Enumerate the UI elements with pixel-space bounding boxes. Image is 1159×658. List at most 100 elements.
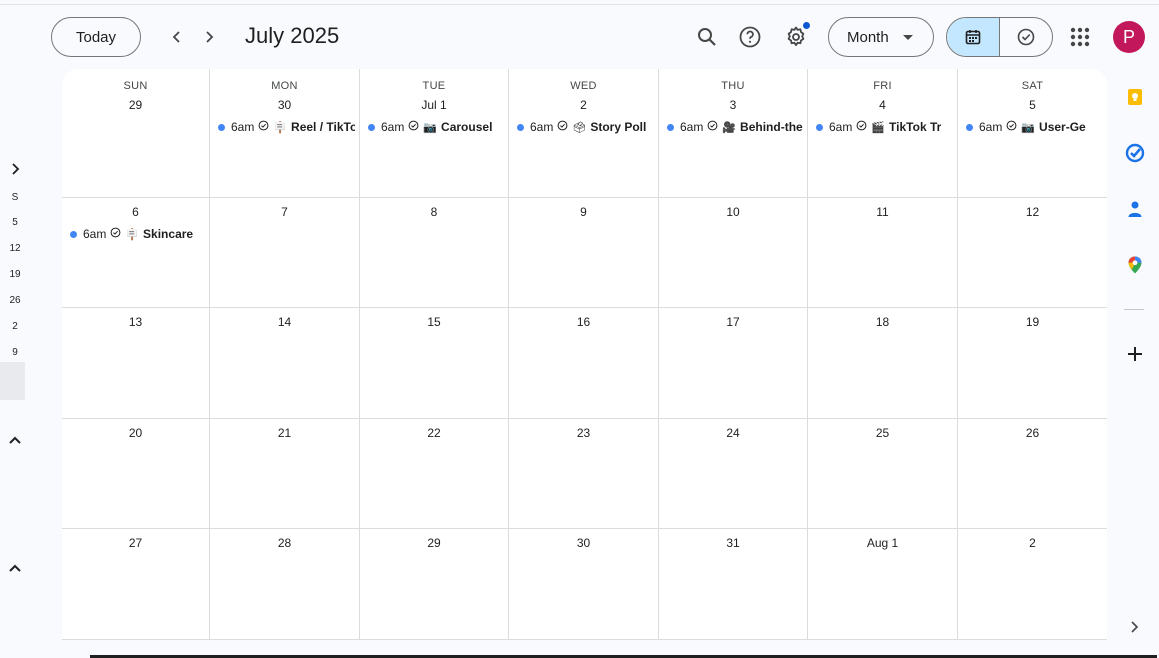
day-cell[interactable]: 24 [659,419,808,529]
day-cell[interactable]: 9 [509,198,659,308]
mini-date[interactable]: 9 [0,347,30,358]
day-cell[interactable]: 2 [958,529,1107,640]
day-cell[interactable]: 30 [509,529,659,640]
day-cell[interactable]: 20 [62,419,210,529]
day-number[interactable]: 5 [958,98,1107,112]
event-chip[interactable]: 6am 🎬 TikTok Tr [814,118,953,136]
show-side-panel-button[interactable] [1127,620,1141,639]
day-cell[interactable]: 27 [62,529,210,640]
next-month-button[interactable] [194,22,224,52]
day-cell[interactable]: TUE Jul 1 6am 📷 Carousel [360,69,509,198]
day-cell[interactable]: 13 [62,308,210,419]
event-chip[interactable]: 6am 📷 User-Ge [964,118,1103,136]
day-number[interactable]: 20 [62,426,209,440]
event-chip[interactable]: 6am 🪧 Skincare [68,225,205,243]
day-number[interactable]: 7 [210,205,359,219]
help-button[interactable] [734,21,766,53]
day-cell[interactable]: Aug 1 [808,529,958,640]
day-cell[interactable]: 23 [509,419,659,529]
day-cell[interactable]: 28 [210,529,360,640]
google-apps-button[interactable] [1066,23,1094,51]
tasks-button[interactable] [1124,142,1146,164]
day-number[interactable]: 12 [958,205,1107,219]
mini-date[interactable]: 19 [0,269,30,280]
account-avatar[interactable]: P [1113,21,1145,53]
day-number[interactable]: 2 [509,98,658,112]
day-cell[interactable]: 11 [808,198,958,308]
day-cell[interactable]: SUN 29 [62,69,210,198]
day-cell[interactable]: WED 2 6am 🗳 Story Poll [509,69,659,198]
day-number[interactable]: 2 [958,536,1107,550]
day-number[interactable]: 16 [509,315,658,329]
settings-button[interactable] [780,21,812,53]
day-number[interactable]: 29 [360,536,508,550]
event-chip[interactable]: 6am 🎥 Behind-the [665,118,803,136]
day-cell[interactable]: SAT 5 6am 📷 User-Ge [958,69,1107,198]
expand-sidebar-button[interactable] [8,162,22,181]
mini-date[interactable]: 26 [0,295,30,306]
day-cell[interactable]: 25 [808,419,958,529]
event-chip[interactable]: 6am 🪧Reel / TikTok [216,118,355,136]
day-number[interactable]: 19 [958,315,1107,329]
day-cell[interactable]: 31 [659,529,808,640]
day-cell[interactable]: 7 [210,198,360,308]
day-number[interactable]: 31 [659,536,807,550]
search-button[interactable] [691,21,723,53]
day-number[interactable]: 30 [509,536,658,550]
day-number[interactable]: Jul 1 [360,98,508,112]
day-cell[interactable]: FRI 4 6am 🎬 TikTok Tr [808,69,958,198]
day-number[interactable]: 9 [509,205,658,219]
day-number[interactable]: 29 [62,98,209,112]
day-cell[interactable]: 6 6am 🪧 Skincare [62,198,210,308]
contacts-button[interactable] [1124,198,1146,220]
day-number[interactable]: 23 [509,426,658,440]
day-number[interactable]: 11 [808,205,957,219]
today-button[interactable]: Today [51,17,141,57]
day-cell[interactable]: 26 [958,419,1107,529]
keep-button[interactable] [1124,86,1146,108]
day-number[interactable]: 18 [808,315,957,329]
day-number[interactable]: 14 [210,315,359,329]
collapse-section-button[interactable] [6,432,24,450]
day-number[interactable]: 28 [210,536,359,550]
day-cell[interactable]: 8 [360,198,509,308]
day-number[interactable]: Aug 1 [808,536,957,550]
view-selector[interactable]: Month [828,17,934,57]
day-number[interactable]: 22 [360,426,508,440]
day-cell[interactable]: MON 30 6am 🪧Reel / TikTok [210,69,360,198]
day-number[interactable]: 17 [659,315,807,329]
mini-date[interactable]: 12 [0,243,30,254]
day-number[interactable]: 30 [210,98,359,112]
collapse-section-button[interactable] [6,560,24,578]
day-number[interactable]: 8 [360,205,508,219]
event-chip[interactable]: 6am 🗳 Story Poll [515,118,654,136]
day-cell[interactable]: 14 [210,308,360,419]
day-number[interactable]: 4 [808,98,957,112]
day-number[interactable]: 25 [808,426,957,440]
day-number[interactable]: 10 [659,205,807,219]
day-cell[interactable]: 29 [360,529,509,640]
day-cell[interactable]: 12 [958,198,1107,308]
day-cell[interactable]: 16 [509,308,659,419]
day-cell[interactable]: 10 [659,198,808,308]
day-number[interactable]: 15 [360,315,508,329]
day-cell[interactable]: 21 [210,419,360,529]
day-number[interactable]: 3 [659,98,807,112]
day-number[interactable]: 13 [62,315,209,329]
tasks-view-toggle[interactable] [1000,18,1053,56]
day-number[interactable]: 24 [659,426,807,440]
day-number[interactable]: 26 [958,426,1107,440]
add-addon-button[interactable] [1124,343,1146,365]
day-cell[interactable]: 17 [659,308,808,419]
event-chip[interactable]: 6am 📷 Carousel [366,118,504,136]
day-cell[interactable]: 22 [360,419,509,529]
day-number[interactable]: 27 [62,536,209,550]
day-number[interactable]: 6 [62,205,209,219]
day-cell[interactable]: 15 [360,308,509,419]
mini-date[interactable]: 2 [0,321,30,332]
maps-button[interactable] [1124,254,1146,276]
mini-date[interactable]: 5 [0,217,30,228]
previous-month-button[interactable] [162,22,192,52]
day-cell[interactable]: 18 [808,308,958,419]
day-cell[interactable]: 19 [958,308,1107,419]
